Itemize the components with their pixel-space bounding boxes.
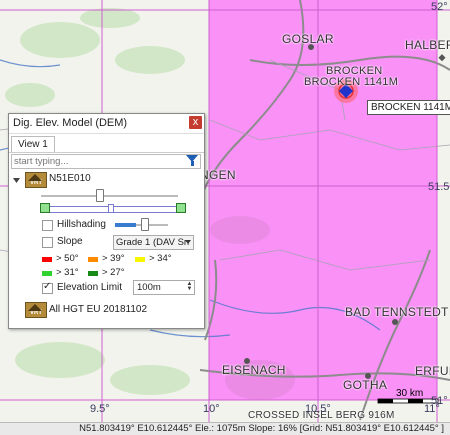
hillshading-slider-thumb[interactable] [141,218,150,231]
legend-label-50: > 50° [56,253,79,264]
layer-name-all-hgt[interactable]: All HGT EU 20181102 [49,304,147,315]
elevation-limit-value: 100m [137,282,161,293]
funnel-filter-icon[interactable] [186,155,198,166]
spinner-arrows-icon[interactable]: ▲ ▼ [186,281,193,293]
label-bad-tennstedt: BAD TENNSTEDT [345,305,449,319]
legend-label-27: > 27° [102,267,125,278]
elevation-limit-checkbox[interactable] [42,281,53,294]
lat-52-label: 52° [431,1,448,13]
filter-input[interactable] [12,156,182,167]
label-ngen: NGEN [200,168,236,182]
legend-swatch-31 [42,271,52,276]
panel-titlebar[interactable]: Dig. Elev. Model (DEM) x [9,114,204,134]
legend-swatch-50 [42,257,52,262]
label-gotha: GOTHA [343,378,388,392]
slope-checkbox[interactable] [42,237,53,248]
dem-coverage-overlay [209,0,437,400]
label-eisenach: EISENACH [222,363,286,377]
legend-label-31: > 31° [56,267,79,278]
opacity-slider[interactable] [41,195,178,197]
layer-name-n51e010[interactable]: N51E010 [49,173,91,184]
vrt-layer-icon-2: VRT [25,302,47,318]
label-erfur: ERFUR [415,364,450,378]
range-mid-handle[interactable] [108,204,114,213]
label-brocken-elev: BROCKEN 1141M [304,76,399,88]
hillshading-slider-fill [115,223,137,227]
range-min-handle[interactable] [40,203,50,213]
lon-10-label: 10° [203,403,220,415]
tab-view-1[interactable]: View 1 [11,136,55,152]
legend-label-34: > 34° [149,253,172,264]
label-goslar: GOSLAR [282,32,334,46]
legend-swatch-34 [135,257,145,262]
status-text: N51.803419° E10.612445° Ele.: 1075m Slop… [79,423,444,434]
vrt-layer-icon: VRT [25,172,47,188]
legend-swatch-27 [88,271,98,276]
filter-box [11,154,201,169]
collapse-layer-icon[interactable] [13,175,20,183]
range-max-handle[interactable] [176,203,186,213]
slope-grade-dropdown[interactable]: Grade 1 (DAV Sn [113,235,194,250]
dem-panel[interactable]: Dig. Elev. Model (DEM) x View 1 VRT N51E… [8,113,205,329]
peak-tooltip: BROCKEN 1141M [367,100,450,115]
elevation-limit-spinner[interactable]: 100m ▲ ▼ [133,280,195,295]
scale-label: 30 km [396,388,424,399]
panel-title: Dig. Elev. Model (DEM) [13,117,128,129]
lon-11-label: 11° [424,403,440,415]
slope-grade-value: Grade 1 (DAV Sn [116,237,190,248]
label-halbers: HALBERS [405,38,450,52]
hillshading-checkbox[interactable] [42,220,53,231]
close-button[interactable]: x [189,116,202,129]
lon-9-5-label: 9.5° [90,403,110,415]
lat-51-5-label: 51.5° [428,181,450,193]
slope-label: Slope [57,236,83,247]
lon-10-5-label: 10.5° [305,403,331,415]
status-bar: N51.803419° E10.612445° Ele.: 1075m Slop… [0,422,450,435]
panel-tabs: View 1 [9,134,204,153]
legend-label-39: > 39° [102,253,125,264]
hillshading-label: Hillshading [57,219,106,230]
chevron-down-icon [185,240,191,244]
opacity-slider-thumb[interactable] [95,189,104,202]
legend-swatch-39 [88,257,98,262]
bad-tennstedt-marker [392,319,398,325]
elevation-limit-label: Elevation Limit [57,282,123,293]
